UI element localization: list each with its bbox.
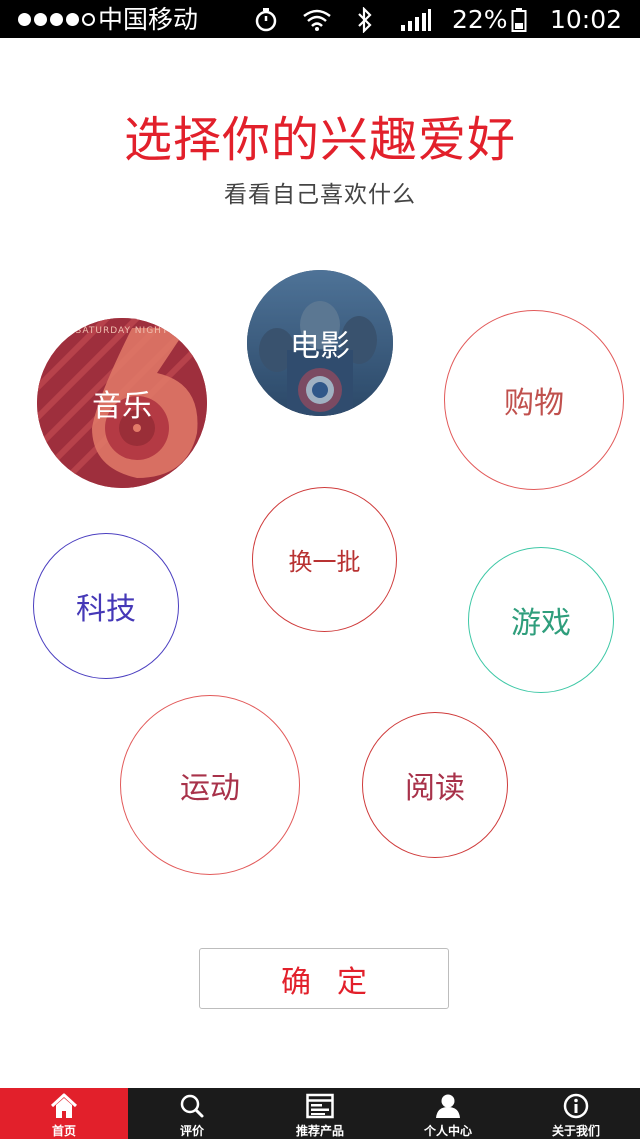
tab-recommended-products[interactable]: 推荐产品: [256, 1088, 384, 1139]
interest-movie-label: 电影: [290, 329, 350, 364]
tab-recommended-products-label: 推荐产品: [295, 1124, 344, 1138]
browser-icon: [306, 1093, 334, 1119]
refresh-button[interactable]: 换一批: [252, 487, 397, 632]
timer-icon: [255, 8, 277, 32]
bottom-tab-bar: 首页 评价 推荐产品 个人中心 关于我们: [0, 1088, 640, 1139]
cellular-signal-icon: [401, 9, 431, 31]
tab-about-us-label: 关于我们: [551, 1124, 600, 1138]
refresh-button-label: 换一批: [288, 548, 361, 576]
music-poster-text: SATURDAY NIGHT: [75, 326, 169, 336]
signal-strength-dots-icon: [18, 13, 98, 27]
bluetooth-icon: [358, 7, 372, 33]
status-bar: 中国移动 22% 10:02: [0, 0, 640, 38]
tab-home-label: 首页: [51, 1124, 76, 1138]
interest-game[interactable]: 游戏: [468, 547, 614, 693]
search-icon: [180, 1094, 204, 1118]
battery-percentage: 22%: [452, 5, 508, 34]
interest-tech-label: 科技: [76, 592, 136, 627]
tab-about-us[interactable]: 关于我们: [512, 1088, 640, 1139]
wifi-icon: [303, 9, 331, 31]
tab-reviews[interactable]: 评价: [128, 1088, 256, 1139]
interest-shopping-label: 购物: [504, 386, 564, 421]
interest-sport-label: 运动: [180, 771, 240, 806]
page-subtitle: 看看自己喜欢什么: [224, 182, 416, 208]
interest-reading[interactable]: 阅读: [362, 712, 508, 858]
tab-profile[interactable]: 个人中心: [384, 1088, 512, 1139]
confirm-button[interactable]: 确定: [199, 948, 449, 1009]
home-icon: [50, 1093, 78, 1118]
tab-reviews-label: 评价: [179, 1124, 204, 1138]
interest-reading-label: 阅读: [405, 771, 465, 806]
interest-movie[interactable]: 电影: [247, 270, 393, 416]
interest-sport[interactable]: 运动: [120, 695, 300, 875]
user-icon: [436, 1094, 460, 1118]
tab-home[interactable]: 首页: [0, 1088, 128, 1139]
interest-shopping[interactable]: 购物: [444, 310, 624, 490]
status-clock: 10:02: [549, 5, 622, 34]
page-title: 选择你的兴趣爱好: [123, 112, 516, 168]
interest-tech[interactable]: 科技: [33, 533, 179, 679]
interest-game-label: 游戏: [511, 606, 571, 641]
tab-profile-label: 个人中心: [423, 1124, 472, 1138]
interest-music-label: 音乐: [92, 389, 152, 424]
info-icon: [563, 1093, 589, 1119]
carrier-name: 中国移动: [98, 5, 199, 34]
battery-icon: [511, 8, 527, 32]
interest-music[interactable]: SATURDAY NIGHT 音乐: [37, 318, 207, 488]
